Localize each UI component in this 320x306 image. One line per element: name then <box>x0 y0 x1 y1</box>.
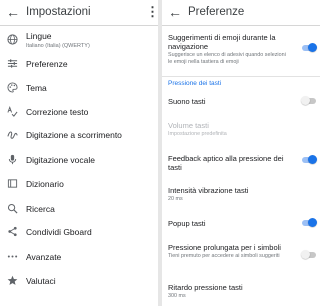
settings-item-digitazione-vocale[interactable]: Digitazione vocale <box>0 149 158 171</box>
settings-item-tema[interactable]: Tema <box>0 77 158 99</box>
settings-item-subtitle: Italiano (Italia) (QWERTY) <box>26 43 90 49</box>
settings-item-label: Condividi Gboard <box>26 227 92 237</box>
spellcheck-icon <box>6 106 18 118</box>
pressione-prolungata-toggle[interactable] <box>301 250 316 259</box>
settings-item-ricerca[interactable]: Ricerca <box>0 198 158 220</box>
feedback-aptico-toggle[interactable] <box>302 155 317 164</box>
star-icon <box>6 275 18 287</box>
globe-icon <box>6 34 18 46</box>
gesture-icon <box>6 129 18 141</box>
settings-item-condividi-gboard[interactable]: Condividi Gboard <box>0 221 158 243</box>
pref-volume-tasti: Volume tasti Impostazione predefinita <box>168 121 316 138</box>
popup-tasti-toggle[interactable] <box>302 218 317 227</box>
pref-intensita-vibrazione[interactable]: Intensità vibrazione tasti 20 ms <box>168 186 316 203</box>
microphone-icon <box>6 154 18 166</box>
arrow-back-icon[interactable]: ← <box>4 3 22 21</box>
pref-title: Volume tasti <box>168 121 209 130</box>
settings-item-digitazione-scorrimento[interactable]: Digitazione a scorrimento <box>0 124 158 146</box>
search-icon <box>6 203 18 215</box>
pref-subtitle: 20 ms <box>168 196 183 202</box>
pref-popup-tasti[interactable]: Popup tasti <box>168 219 316 228</box>
pref-subtitle: Impostazione predefinita <box>168 131 227 137</box>
settings-pane: ← Impostazioni ⋮ Lingue Italiano (Italia)… <box>0 0 158 306</box>
settings-item-preferenze[interactable]: Preferenze <box>0 53 158 75</box>
settings-app-bar: ← Impostazioni ⋮ <box>0 0 158 26</box>
pref-pressione-prolungata[interactable]: Pressione prolungata per i simboli Tieni… <box>168 243 316 260</box>
share-icon <box>6 226 18 238</box>
settings-item-label: Lingue <box>26 31 52 41</box>
settings-item-avanzate[interactable]: Avanzate <box>0 246 158 268</box>
settings-item-label: Digitazione a scorrimento <box>26 130 122 140</box>
pref-title: Suono tasti <box>168 97 206 106</box>
more-vert-icon[interactable]: ⋮ <box>146 3 158 21</box>
page-title: Preferenze <box>188 6 245 18</box>
settings-item-dizionario[interactable]: Dizionario <box>0 173 158 195</box>
pref-suono-tasti[interactable]: Suono tasti <box>168 97 316 106</box>
pref-title: Feedback aptico alla pressione dei tasti <box>168 154 284 172</box>
preferences-app-bar: ← Preferenze <box>162 0 320 26</box>
pref-title: Pressione prolungata per i simboli <box>168 243 281 252</box>
settings-item-correzione-testo[interactable]: Correzione testo <box>0 101 158 123</box>
page-title: Impostazioni <box>26 6 91 18</box>
settings-item-label: Avanzate <box>26 252 62 262</box>
sliders-icon <box>6 58 18 70</box>
pref-emoji-suggestions[interactable]: Suggerimenti di emoji durante la navigaz… <box>168 33 316 65</box>
settings-item-label: Dizionario <box>26 179 64 189</box>
settings-item-lingue[interactable]: Lingue Italiano (Italia) (QWERTY) <box>0 28 158 52</box>
settings-item-label: Preferenze <box>26 59 68 69</box>
settings-item-label: Tema <box>26 83 47 93</box>
emoji-suggestions-toggle[interactable] <box>302 43 317 52</box>
pref-title: Popup tasti <box>168 219 206 228</box>
settings-item-label: Valutaci <box>26 276 56 286</box>
arrow-back-icon[interactable]: ← <box>166 3 184 21</box>
pref-feedback-aptico[interactable]: Feedback aptico alla pressione dei tasti <box>168 154 316 172</box>
more-horiz-icon <box>6 251 18 263</box>
divider <box>162 76 320 77</box>
suono-tasti-toggle[interactable] <box>301 96 316 105</box>
pref-title: Intensità vibrazione tasti <box>168 186 249 195</box>
settings-item-valutaci[interactable]: Valutaci <box>0 270 158 292</box>
settings-item-label: Correzione testo <box>26 107 89 117</box>
pref-title: Ritardo pressione tasti <box>168 283 243 292</box>
settings-item-label: Ricerca <box>26 204 55 214</box>
pref-subtitle: Tieni premuto per accedere ai simboli su… <box>168 253 280 259</box>
section-title: Pressione dei tasti <box>168 80 222 87</box>
pref-subtitle: 300 ms <box>168 293 186 299</box>
pref-ritardo-pressione[interactable]: Ritardo pressione tasti 300 ms <box>168 283 316 300</box>
pref-title: Suggerimenti di emoji durante la navigaz… <box>168 33 276 51</box>
settings-item-label: Digitazione vocale <box>26 155 95 165</box>
preferences-pane: ← Preferenze Suggerimenti di emoji duran… <box>162 0 320 306</box>
pref-subtitle: Suggerisce un elenco di adesivi quando s… <box>168 52 286 65</box>
book-icon <box>6 178 18 190</box>
palette-icon <box>6 82 18 94</box>
